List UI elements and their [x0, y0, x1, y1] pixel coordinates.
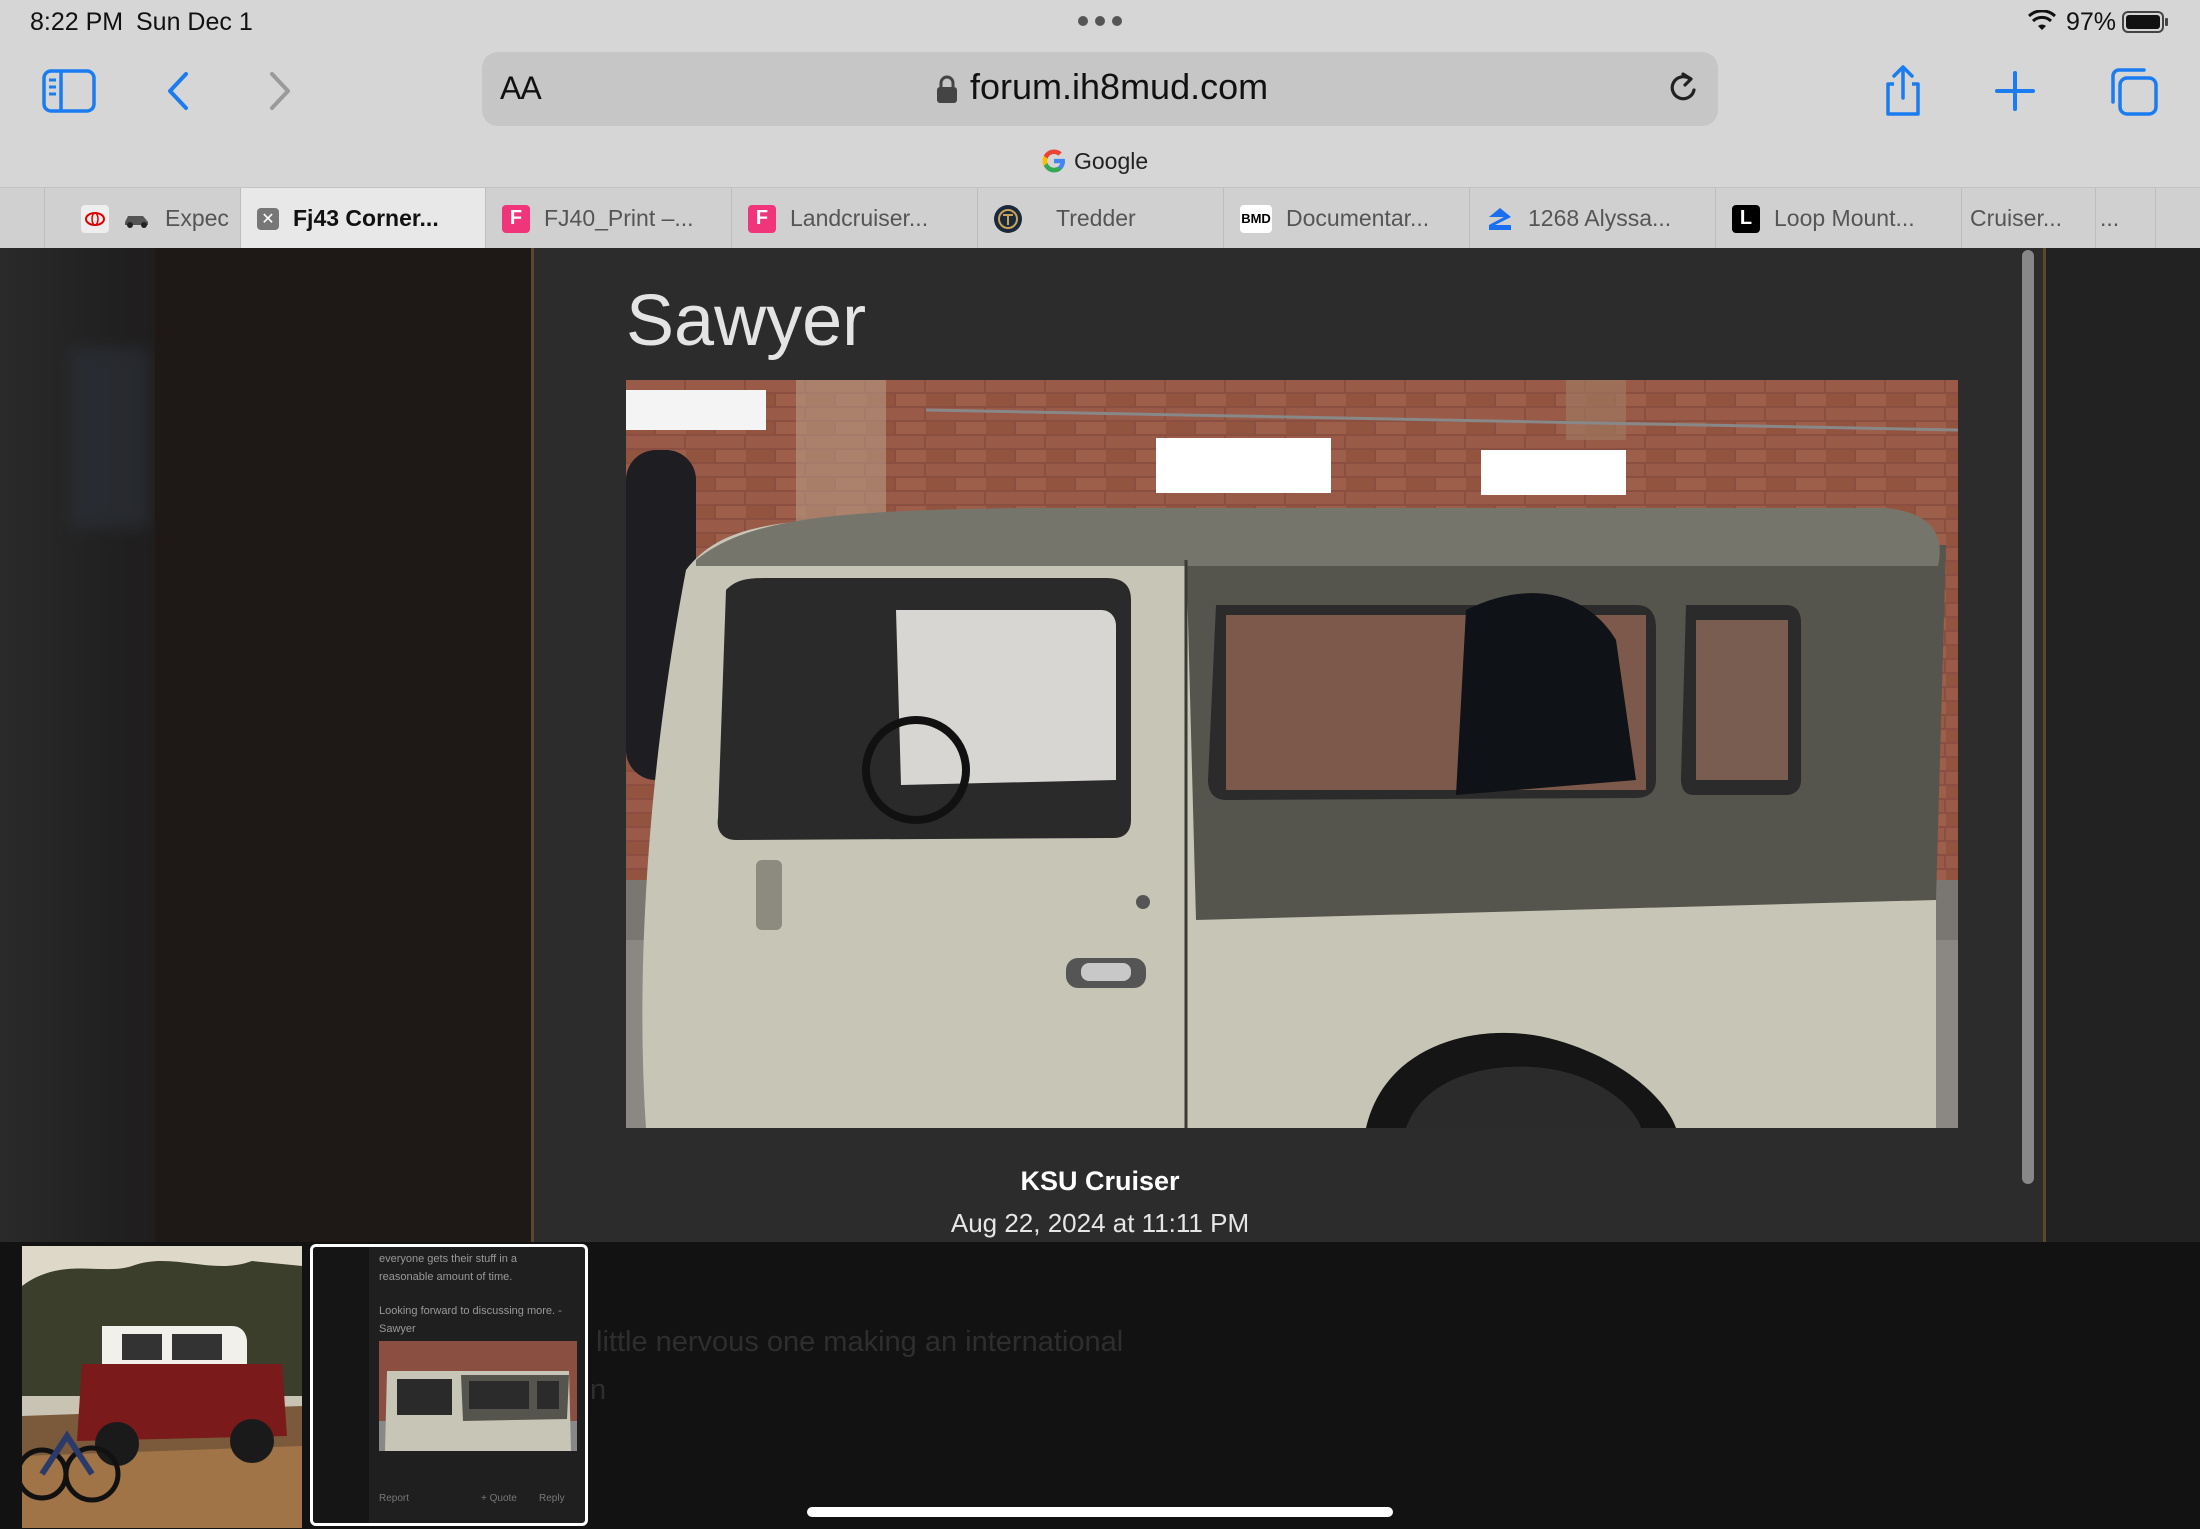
chevron-left-icon — [168, 72, 188, 110]
forward-button[interactable] — [250, 62, 308, 120]
tab-label: Tredder — [1056, 205, 1136, 231]
background-post-text: little nervous one making an internation… — [596, 1326, 1124, 1358]
previous-slide-preview[interactable] — [0, 248, 155, 1242]
tredder-icon — [994, 204, 1022, 233]
post-signature-text: Sawyer — [626, 281, 867, 361]
scrollbar[interactable] — [2022, 250, 2034, 1184]
close-tab-icon[interactable]: ✕ — [257, 207, 279, 230]
tab-loop-mount[interactable]: L Loop Mount... — [1715, 188, 1961, 249]
thumbnail-truck-image — [379, 1341, 577, 1451]
status-date: Sun Dec 1 — [136, 8, 253, 36]
zillow-icon — [1486, 205, 1514, 233]
share-icon — [1886, 65, 1920, 116]
search-engine-label: Google — [1074, 147, 1149, 174]
thumbnail-red-land-cruiser[interactable] — [22, 1246, 302, 1528]
left-backdrop — [155, 248, 531, 1242]
battery-percent: 97% — [2066, 8, 2117, 36]
toyota-favicon — [81, 204, 109, 233]
image-lightbox: Sawyer KSU Cruiser Aug 22, 2024 at 11:11… — [0, 248, 2200, 1529]
status-time: 8:22 PM — [30, 8, 124, 36]
fj43-photo-image — [626, 380, 1958, 1128]
tab-expedia[interactable]: Expec — [44, 188, 240, 249]
url-text[interactable]: forum.ih8mud.com — [970, 66, 1268, 108]
wifi-icon — [2028, 10, 2056, 30]
sidebar-button[interactable] — [40, 62, 98, 120]
l-favicon: L — [1732, 204, 1760, 233]
tab-overview-button[interactable] — [2104, 62, 2162, 120]
thumbnail-reply-link: Reply — [539, 1493, 565, 1504]
tab-label: FJ40_Print –... — [544, 205, 694, 231]
thumbnail-text: reasonable amount of time. — [379, 1271, 513, 1283]
tab-label: ... — [2100, 205, 2120, 231]
car-favicon — [123, 205, 151, 233]
thumbnail-strip: little nervous one making an internation… — [0, 1242, 2200, 1529]
thumbnail-image — [22, 1246, 302, 1528]
tab-documentary[interactable]: BMD Documentar... — [1223, 188, 1469, 249]
reload-icon[interactable] — [1664, 70, 1702, 108]
thumbnail-text: Looking forward to discussing more. - — [379, 1305, 562, 1317]
tab-label: Cruiser... — [1970, 205, 2063, 231]
chevron-right-icon — [270, 72, 290, 110]
tab-label: Expec — [165, 205, 229, 231]
back-button[interactable] — [150, 62, 208, 120]
f-favicon: F — [748, 204, 776, 233]
new-tab-button[interactable] — [1986, 62, 2044, 120]
status-bar: 8:22 PM Sun Dec 1 97% — [0, 0, 2200, 46]
tab-edge — [2155, 188, 2200, 249]
sidebar-icon — [42, 69, 96, 113]
tab-landcruiser[interactable]: F Landcruiser... — [731, 188, 977, 249]
plus-icon — [1995, 71, 2035, 111]
tab-fj43-corner[interactable]: ✕ Fj43 Corner... — [240, 188, 485, 249]
home-indicator[interactable] — [807, 1507, 1393, 1517]
battery-icon — [2122, 11, 2168, 33]
f-favicon: F — [502, 204, 530, 233]
caption-author: KSU Cruiser — [1020, 1166, 1180, 1196]
next-slide-preview[interactable] — [2046, 248, 2200, 1242]
thumbnail-report-link: Report — [379, 1493, 410, 1504]
tab-more[interactable]: ... — [2095, 188, 2155, 249]
post-slide: Sawyer — [531, 248, 2046, 1242]
search-engine-indicator: Google — [1040, 146, 1148, 176]
tab-label: Loop Mount... — [1774, 205, 1915, 231]
caption-date: Aug 22, 2024 at 11:11 PM — [950, 1208, 1250, 1238]
tab-1268-alyssa[interactable]: 1268 Alyssa... — [1469, 188, 1715, 249]
thumbnail-text: Sawyer — [379, 1323, 416, 1335]
bmd-icon: BMD — [1240, 204, 1272, 233]
google-icon — [1042, 149, 1065, 173]
tab-label: Documentar... — [1286, 205, 1430, 231]
tab-bar: Expec ✕ Fj43 Corner... F FJ40_Print –...… — [0, 187, 2200, 249]
background-post-text: n — [590, 1374, 607, 1406]
share-button[interactable] — [1874, 62, 1932, 120]
truck-photo[interactable] — [626, 380, 1958, 1128]
thumbnail-quote-link: + Quote — [481, 1493, 517, 1504]
tab-cruiser[interactable]: Cruiser... — [1961, 188, 2095, 249]
tab-tredder[interactable]: Tredder — [977, 188, 1223, 249]
tab-label: Landcruiser... — [790, 205, 929, 231]
multitasking-dots-icon[interactable] — [1078, 16, 1122, 26]
tab-label: Fj43 Corner... — [293, 205, 439, 231]
tabs-icon — [2111, 68, 2158, 116]
lock-icon — [937, 75, 957, 103]
tab-fj40-print[interactable]: F FJ40_Print –... — [485, 188, 731, 249]
thumbnail-current-post[interactable]: everyone gets their stuff in a reasonabl… — [310, 1244, 588, 1526]
address-bar[interactable]: AA forum.ih8mud.com — [482, 52, 1718, 126]
reader-aa-button[interactable]: AA — [500, 70, 542, 107]
thumbnail-text: everyone gets their stuff in a — [379, 1253, 517, 1265]
tab-label: 1268 Alyssa... — [1528, 205, 1672, 231]
